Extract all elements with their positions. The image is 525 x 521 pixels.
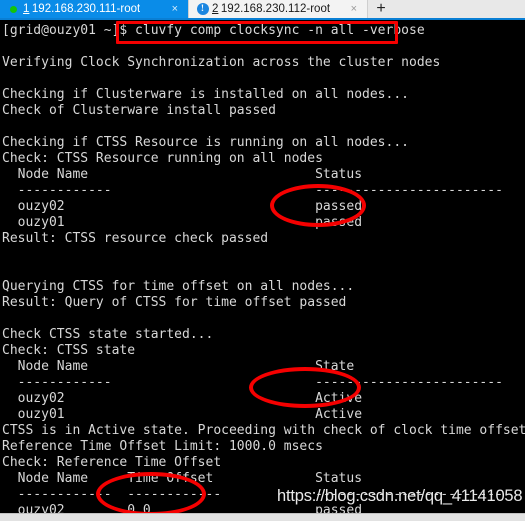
terminal-line: ouzy02 passed — [2, 199, 363, 214]
terminal-line: Check: CTSS Resource running on all node… — [2, 151, 323, 166]
green-dot-icon — [7, 3, 20, 16]
terminal-line: ------------ ------------------------ — [2, 183, 503, 198]
terminal-line: Checking if CTSS Resource is running on … — [2, 135, 409, 150]
tab-index-label: 1 — [23, 3, 30, 15]
terminal-line: Querying CTSS for time offset on all nod… — [2, 279, 355, 294]
blue-alert-icon: ! — [196, 3, 209, 16]
terminal-line: Check: Reference Time Offset — [2, 455, 222, 470]
tab-bar: 1 192.168.230.111-root × ! 2 192.168.230… — [0, 0, 525, 20]
close-icon[interactable]: × — [164, 3, 184, 15]
new-tab-button[interactable]: + — [368, 0, 394, 18]
terminal-line: Check: CTSS state — [2, 343, 136, 358]
terminal-line: ouzy02 0.0 passed — [2, 503, 363, 513]
terminal-line: Node Name Time Offset Status — [2, 471, 363, 486]
terminal-line: [grid@ouzy01 ~]$ cluvfy comp clocksync -… — [2, 23, 425, 38]
terminal-line: Check CTSS state started... — [2, 327, 214, 342]
tab-192-168-230-111-root[interactable]: 1 192.168.230.111-root × — [0, 0, 188, 18]
tab-title-label: 192.168.230.112-root — [220, 3, 331, 15]
close-icon[interactable]: × — [343, 3, 363, 15]
terminal-line: CTSS is in Active state. Proceeding with… — [2, 423, 525, 438]
alert-glyph: ! — [196, 3, 209, 15]
terminal-line: ------------ ------------------------ — [2, 375, 503, 390]
terminal-line: Check of Clusterware install passed — [2, 103, 276, 118]
tab-192-168-230-112-root[interactable]: ! 2 192.168.230.112-root × — [188, 0, 368, 18]
terminal-line: ouzy01 passed — [2, 215, 363, 230]
terminal-app-window: 1 192.168.230.111-root × ! 2 192.168.230… — [0, 0, 525, 521]
tab-title-label: 192.168.230.111-root — [31, 3, 141, 15]
terminal-output-pane[interactable]: [grid@ouzy01 ~]$ cluvfy comp clocksync -… — [0, 20, 525, 513]
terminal-line: Result: CTSS resource check passed — [2, 231, 269, 246]
terminal-line: Verifying Clock Synchronization across t… — [2, 55, 441, 70]
status-bar — [0, 513, 525, 521]
terminal-line: Node Name State — [2, 359, 355, 374]
terminal-line: Node Name Status — [2, 167, 363, 182]
terminal-line: ouzy02 Active — [2, 391, 363, 406]
terminal-line: ------------ ------------ --------------… — [2, 487, 503, 502]
terminal-line: Checking if Clusterware is installed on … — [2, 87, 409, 102]
terminal-line: Result: Query of CTSS for time offset pa… — [2, 295, 347, 310]
terminal-line: Reference Time Offset Limit: 1000.0 msec… — [2, 439, 323, 454]
terminal-line: ouzy01 Active — [2, 407, 363, 422]
tab-index-label: 2 — [212, 3, 219, 15]
